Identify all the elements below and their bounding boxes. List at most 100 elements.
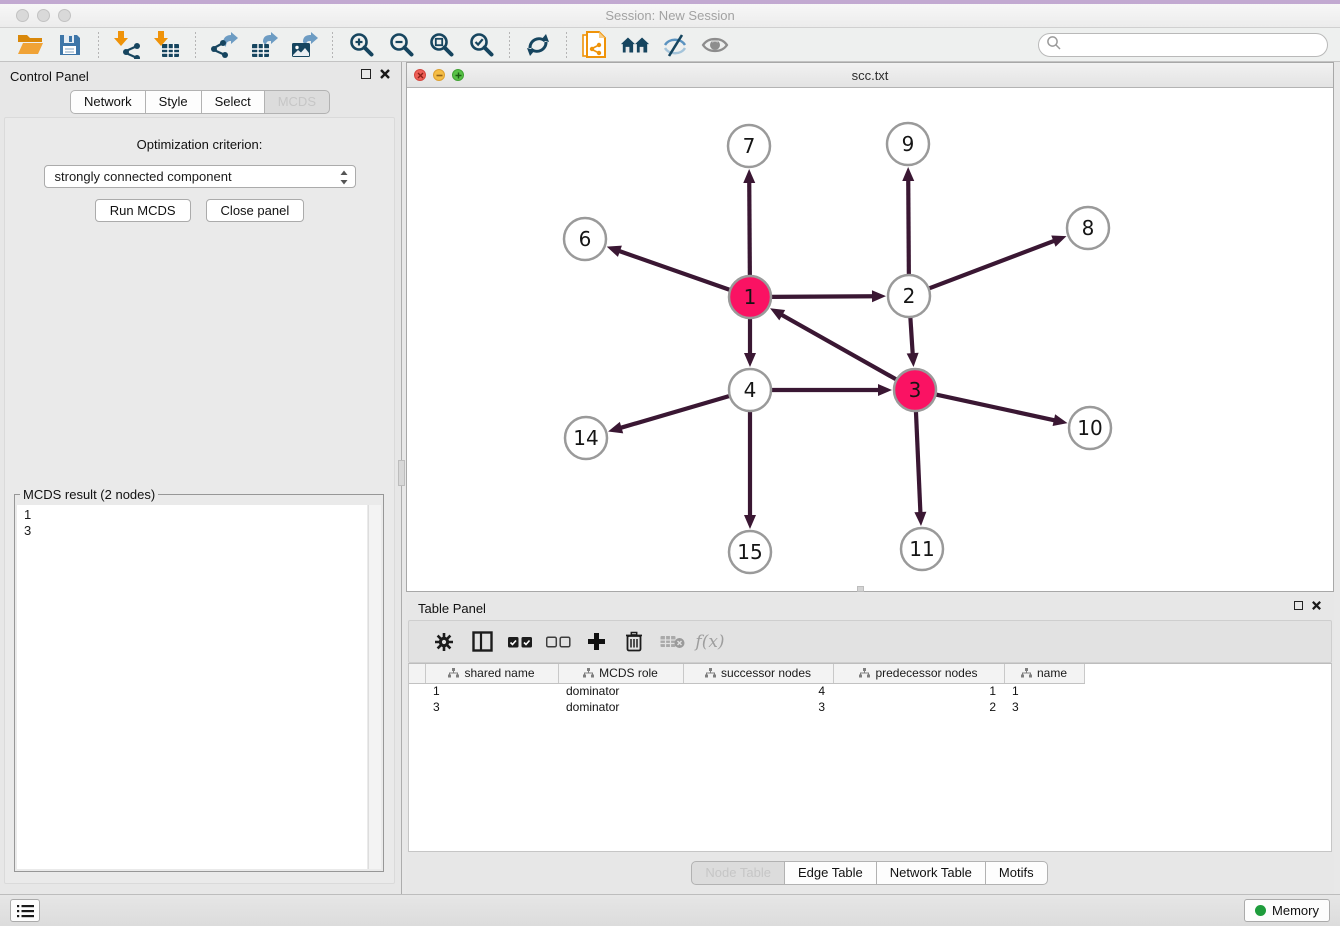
memory-button[interactable]: Memory [1244,899,1330,922]
import-network-icon[interactable] [112,30,142,60]
edge-2-8[interactable] [929,236,1067,289]
toolbar-separator [566,32,567,58]
refresh-view-icon[interactable] [523,30,553,60]
edge-1-2[interactable] [771,290,886,302]
column-header-successor-nodes[interactable]: successor nodes [683,664,833,683]
optimization-criterion-select[interactable]: strongly connected component [44,165,356,188]
save-session-icon[interactable] [55,30,85,60]
cell-predecessor-nodes[interactable]: 2 [833,699,1004,715]
zoom-selected-icon[interactable] [466,30,496,60]
birds-eye-view-icon[interactable] [700,30,730,60]
column-tree-icon [1021,668,1032,678]
edge-3-10[interactable] [936,394,1068,426]
tab-network-table[interactable]: Network Table [876,861,986,885]
column-header-shared-name[interactable]: shared name [425,664,558,683]
tab-select[interactable]: Select [201,90,265,114]
cell-shared-name[interactable]: 1 [425,683,558,699]
select-chevrons-icon [339,169,349,189]
status-bar: Memory [0,894,1340,926]
cell-MCDS-role[interactable]: dominator [558,699,683,715]
graph-node-4[interactable]: 4 [729,369,771,411]
edge-3-11[interactable] [914,411,926,526]
tab-network[interactable]: Network [70,90,146,114]
unselect-all-checks-icon[interactable] [539,627,577,657]
close-table-panel-icon[interactable] [1311,600,1322,611]
edge-4-14[interactable] [608,396,730,433]
graph-node-14[interactable]: 14 [565,417,607,459]
graph-node-8[interactable]: 8 [1067,207,1109,249]
zoom-in-icon[interactable] [346,30,376,60]
show-columns-icon[interactable] [463,627,501,657]
graph-node-9[interactable]: 9 [887,123,929,165]
graph-node-2[interactable]: 2 [888,275,930,317]
import-table-icon[interactable] [152,30,182,60]
vertical-splitter-handle[interactable] [398,460,405,486]
search-input[interactable] [1038,33,1328,57]
tab-node-table[interactable]: Node Table [691,861,785,885]
open-session-icon[interactable] [15,30,45,60]
control-panel-title: Control Panel [10,69,89,84]
horizontal-splitter-handle[interactable] [857,586,864,592]
svg-text:10: 10 [1077,416,1102,440]
run-mcds-button[interactable]: Run MCDS [95,199,191,222]
table-row-1[interactable]: 1dominator411 [409,683,1100,699]
column-header-predecessor-nodes[interactable]: predecessor nodes [833,664,1004,683]
delete-column-icon[interactable] [615,627,653,657]
zoom-out-icon[interactable] [386,30,416,60]
network-canvas[interactable]: 7 9 6 8 1 2 4 3 14 10 15 11 [407,88,1333,591]
graph-node-15[interactable]: 15 [729,531,771,573]
export-table-icon[interactable] [249,30,279,60]
add-column-icon[interactable] [577,627,615,657]
export-image-icon[interactable] [289,30,319,60]
result-scrollbar[interactable] [368,505,381,869]
graph-node-7[interactable]: 7 [728,125,770,167]
home-layout-icon[interactable] [620,30,650,60]
tab-motifs[interactable]: Motifs [985,861,1048,885]
column-header-name[interactable]: name [1004,664,1084,683]
task-history-button[interactable] [10,899,40,922]
edge-2-3[interactable] [907,317,919,367]
cell-predecessor-nodes[interactable]: 1 [833,683,1004,699]
cell-name[interactable]: 3 [1004,699,1084,715]
graph-node-11[interactable]: 11 [901,528,943,570]
hide-graphics-details-icon[interactable] [660,30,690,60]
edge-1-6[interactable] [607,246,730,290]
app-titlebar: Session: New Session [0,4,1340,28]
mcds-result-text[interactable]: 1 3 [17,505,367,869]
cell-successor-nodes[interactable]: 4 [683,683,833,699]
float-panel-icon[interactable] [361,69,371,79]
graph-node-10[interactable]: 10 [1069,407,1111,449]
tab-style[interactable]: Style [145,90,202,114]
tab-mcds[interactable]: MCDS [264,90,330,114]
tab-edge-table[interactable]: Edge Table [784,861,877,885]
table-options-gear-icon[interactable] [425,627,463,657]
cell-name[interactable]: 1 [1004,683,1084,699]
close-panel-button[interactable]: Close panel [206,199,305,222]
edge-2-9[interactable] [902,167,914,275]
network-window-titlebar[interactable]: scc.txt [407,63,1333,88]
zoom-fit-icon[interactable] [426,30,456,60]
graph-node-3[interactable]: 3 [894,369,936,411]
edge-4-15[interactable] [744,411,756,529]
export-network-icon[interactable] [209,30,239,60]
header-filler [1084,664,1100,683]
edge-1-4[interactable] [744,318,756,367]
column-header-MCDS-role[interactable]: MCDS role [558,664,683,683]
select-all-checks-icon[interactable] [501,627,539,657]
table-row-3[interactable]: 3dominator323 [409,699,1100,715]
edge-1-7[interactable] [743,169,755,276]
float-table-panel-icon[interactable] [1294,601,1303,610]
network-from-file-icon[interactable] [580,30,610,60]
close-panel-icon[interactable] [379,68,391,80]
cell-shared-name[interactable]: 3 [425,699,558,715]
control-panel: Control Panel NetworkStyleSelectMCDS Opt… [0,62,402,894]
graph-node-1[interactable]: 1 [729,276,771,318]
edge-3-1[interactable] [770,308,897,379]
cell-MCDS-role[interactable]: dominator [558,683,683,699]
cell-successor-nodes[interactable]: 3 [683,699,833,715]
edge-4-3[interactable] [771,384,892,396]
svg-text:14: 14 [573,426,598,450]
graph-node-6[interactable]: 6 [564,218,606,260]
svg-text:1: 1 [744,285,757,309]
svg-text:11: 11 [909,537,934,561]
